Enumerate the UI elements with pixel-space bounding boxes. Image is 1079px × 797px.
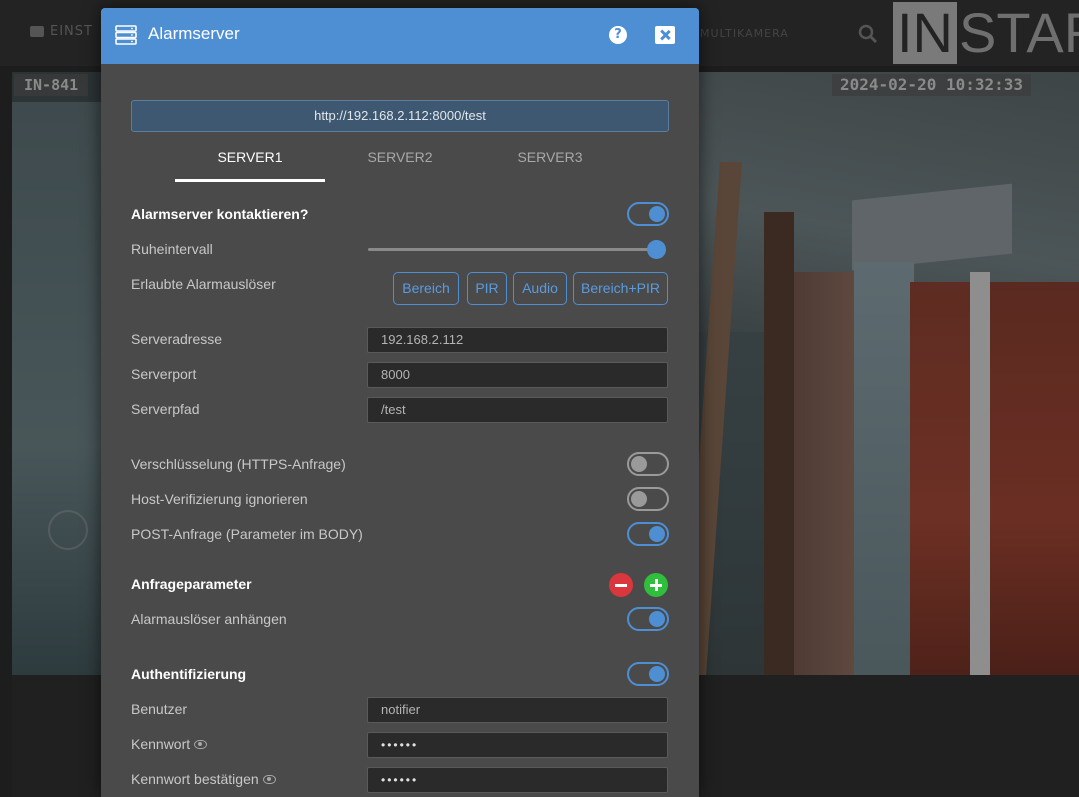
- rest-interval-track[interactable]: [368, 248, 658, 251]
- nav-settings[interactable]: EINST: [30, 24, 93, 39]
- question-circle-icon[interactable]: ?: [609, 26, 627, 44]
- rest-interval-slider[interactable]: [647, 240, 666, 259]
- password-label-text: Kennwort: [131, 736, 191, 752]
- eye-icon[interactable]: [194, 739, 208, 749]
- instar-logo: IN STAR: [893, 2, 1079, 64]
- search-icon[interactable]: [858, 24, 878, 44]
- triggers-label: Erlaubte Alarmauslöser: [131, 276, 276, 292]
- nav-settings-label: EINST: [50, 24, 93, 39]
- trigger-audio-button[interactable]: Audio: [513, 272, 567, 305]
- append-trigger-label: Alarmauslöser anhängen: [131, 611, 287, 627]
- server-address-input[interactable]: 192.168.2.112: [367, 327, 668, 353]
- alarmserver-dialog: Alarmserver ? http://192.168.2.112:8000/…: [101, 8, 699, 797]
- password-label: Kennwort: [131, 736, 208, 752]
- ptz-control[interactable]: [48, 510, 88, 550]
- https-toggle[interactable]: [627, 452, 669, 476]
- trigger-pir-button[interactable]: PIR: [467, 272, 507, 305]
- logo-box: IN: [893, 2, 957, 64]
- server-path-label: Serverpfad: [131, 401, 200, 417]
- server-stack-icon: [115, 25, 137, 45]
- password-confirm-label-text: Kennwort bestätigen: [131, 771, 259, 787]
- trigger-area-pir-button[interactable]: Bereich+PIR: [573, 272, 668, 305]
- tab-server3[interactable]: SERVER3: [475, 148, 625, 182]
- close-icon[interactable]: [655, 26, 675, 44]
- add-param-button[interactable]: [644, 573, 668, 597]
- camera-icon: [30, 26, 44, 37]
- ignore-host-toggle[interactable]: [627, 487, 669, 511]
- user-label: Benutzer: [131, 701, 188, 717]
- server-address-label: Serveradresse: [131, 331, 223, 347]
- trigger-area-button[interactable]: Bereich: [393, 272, 459, 305]
- logo-text: STAR: [959, 1, 1079, 64]
- minus-icon: [615, 583, 627, 587]
- url-preview: http://192.168.2.112:8000/test: [131, 100, 669, 132]
- auth-toggle[interactable]: [627, 662, 669, 686]
- https-label: Verschlüsselung (HTTPS-Anfrage): [131, 456, 346, 472]
- server-port-input[interactable]: 8000: [367, 362, 668, 388]
- post-request-toggle[interactable]: [627, 522, 669, 546]
- server-port-label: Serverport: [131, 366, 197, 382]
- query-params-label: Anfrageparameter: [131, 576, 252, 592]
- ignore-host-label: Host-Verifizierung ignorieren: [131, 491, 308, 507]
- tab-server2[interactable]: SERVER2: [325, 148, 475, 182]
- server-path-input[interactable]: /test: [367, 397, 668, 423]
- user-input[interactable]: notifier: [367, 697, 668, 723]
- nav-multicamera[interactable]: MULTIKAMERA: [700, 27, 789, 40]
- password-input[interactable]: ••••••: [367, 732, 668, 758]
- auth-label: Authentifizierung: [131, 666, 247, 682]
- dialog-header: Alarmserver ?: [101, 8, 699, 64]
- rest-interval-label: Ruheintervall: [131, 241, 213, 257]
- contact-label: Alarmserver kontaktieren?: [131, 206, 309, 222]
- remove-param-button[interactable]: [609, 573, 633, 597]
- contact-toggle[interactable]: [627, 202, 669, 226]
- append-trigger-toggle[interactable]: [627, 607, 669, 631]
- password-confirm-input[interactable]: ••••••: [367, 767, 668, 793]
- password-confirm-label: Kennwort bestätigen: [131, 771, 276, 787]
- dialog-title: Alarmserver: [148, 24, 240, 43]
- camera-name-overlay: IN-841: [14, 74, 89, 96]
- eye-icon[interactable]: [262, 774, 276, 784]
- tab-server1[interactable]: SERVER1: [175, 148, 325, 182]
- post-request-label: POST-Anfrage (Parameter im BODY): [131, 526, 363, 542]
- timestamp-overlay: 2024-02-20 10:32:33: [832, 74, 1032, 96]
